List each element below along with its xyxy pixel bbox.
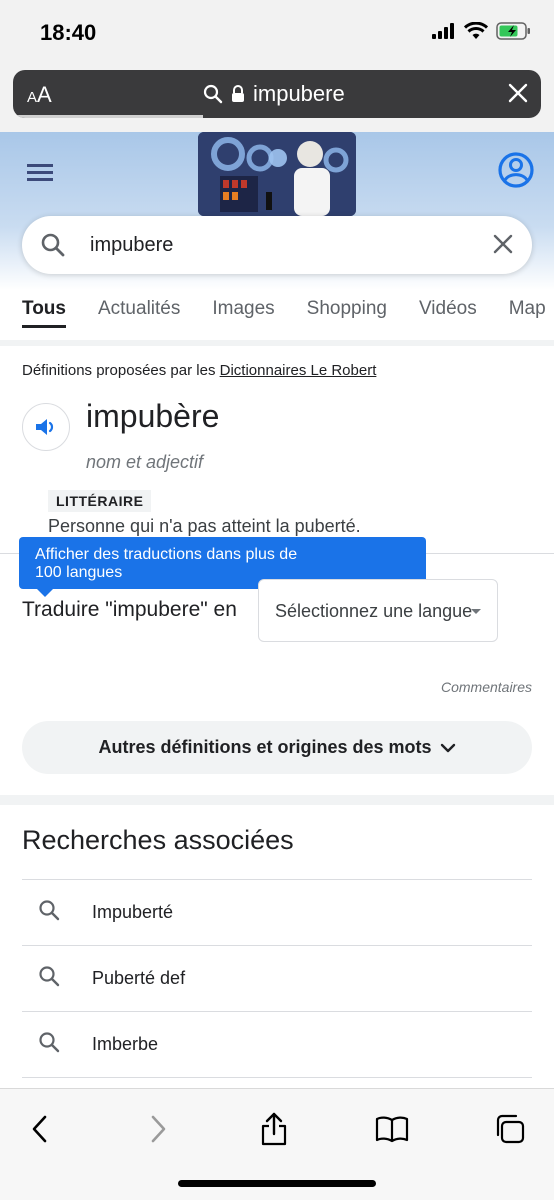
tab-videos[interactable]: Vidéos xyxy=(419,290,477,340)
back-icon xyxy=(32,1115,47,1143)
tab-maps[interactable]: Map xyxy=(509,290,546,340)
url-text: impubere xyxy=(253,81,345,106)
address-bar[interactable]: AA impubere xyxy=(13,70,541,118)
cellular-signal-icon xyxy=(432,23,454,39)
forward-button[interactable] xyxy=(138,1109,178,1149)
speaker-icon xyxy=(36,419,54,435)
list-divider xyxy=(22,1077,532,1078)
status-bar: 18:40 xyxy=(0,0,554,64)
book-icon xyxy=(375,1116,409,1143)
address-bar-area: AA impubere xyxy=(0,64,554,132)
search-icon xyxy=(22,965,92,992)
home-indicator xyxy=(178,1180,376,1187)
register-badge: LITTÉRAIRE xyxy=(48,490,152,512)
caret-down-icon xyxy=(471,609,481,614)
tabs-icon xyxy=(496,1114,525,1144)
dictionary-word: impubère xyxy=(86,398,220,434)
feedback-link[interactable]: Commentaires xyxy=(441,679,532,695)
status-icons xyxy=(432,22,532,40)
search-box[interactable] xyxy=(22,216,532,274)
tabs-button[interactable] xyxy=(490,1109,530,1149)
clear-icon[interactable] xyxy=(492,233,514,260)
text-size-button[interactable]: AA xyxy=(27,82,52,108)
dictionary-source: Définitions proposées par les Dictionnai… xyxy=(22,362,376,379)
dictionary-source-link[interactable]: Dictionnaires Le Robert xyxy=(220,362,377,379)
url-display[interactable]: impubere xyxy=(203,81,345,107)
tooltip-line: Afficher des traductions dans plus de xyxy=(35,546,298,563)
google-header xyxy=(0,132,554,290)
related-search-item[interactable]: Impuberté xyxy=(22,879,532,945)
related-searches-title: Recherches associées xyxy=(22,825,294,855)
more-definitions-label: Autres définitions et origines des mots xyxy=(98,737,432,757)
search-icon xyxy=(22,899,92,926)
part-of-speech: nom et adjectif xyxy=(86,452,204,472)
pronunciation-button[interactable] xyxy=(22,403,70,451)
tab-all[interactable]: Tous xyxy=(22,290,66,340)
tab-images[interactable]: Images xyxy=(212,290,274,340)
related-search-item[interactable]: Imberbe xyxy=(22,1011,532,1077)
translate-label: Traduire "impubere" en xyxy=(22,598,237,621)
share-icon xyxy=(261,1112,287,1146)
lock-icon xyxy=(232,85,244,102)
battery-charging-icon xyxy=(496,22,530,40)
forward-icon xyxy=(151,1115,166,1143)
language-select-value: Sélectionnez une langue xyxy=(275,601,473,621)
search-icon[interactable] xyxy=(40,232,66,263)
status-time: 18:40 xyxy=(40,20,97,45)
chevron-down-icon xyxy=(440,743,455,752)
search-icon xyxy=(203,84,223,104)
close-icon[interactable] xyxy=(507,82,529,109)
bookmarks-button[interactable] xyxy=(372,1109,412,1149)
divider xyxy=(0,340,554,346)
hamburger-menu-icon[interactable] xyxy=(27,162,55,189)
divider xyxy=(0,795,554,805)
tooltip-arrow xyxy=(36,588,54,597)
related-search-label: Puberté def xyxy=(92,968,186,988)
related-search-label: Imberbe xyxy=(92,1034,159,1054)
search-icon xyxy=(22,1031,92,1058)
page-load-progress xyxy=(13,115,204,118)
google-doodle[interactable] xyxy=(198,132,356,216)
wifi-icon xyxy=(464,22,488,39)
related-search-item[interactable]: Puberté def xyxy=(22,945,532,1011)
account-icon[interactable] xyxy=(496,150,536,195)
more-definitions-button[interactable]: Autres définitions et origines des mots xyxy=(22,721,532,774)
back-button[interactable] xyxy=(20,1109,60,1149)
share-button[interactable] xyxy=(254,1109,294,1149)
related-searches-list: Impuberté Puberté def Imberbe xyxy=(22,879,532,1078)
dictionary-source-prefix: Définitions proposées par les xyxy=(22,362,216,379)
search-tabs: Tous Actualités Images Shopping Vidéos M… xyxy=(0,290,554,340)
search-input[interactable] xyxy=(90,230,470,260)
definition-text: Personne qui n'a pas atteint la puberté. xyxy=(48,516,361,536)
language-select[interactable]: Sélectionnez une langue xyxy=(258,579,498,642)
related-search-label: Impuberté xyxy=(92,902,174,922)
tab-news[interactable]: Actualités xyxy=(98,290,180,340)
tab-shopping[interactable]: Shopping xyxy=(307,290,387,340)
